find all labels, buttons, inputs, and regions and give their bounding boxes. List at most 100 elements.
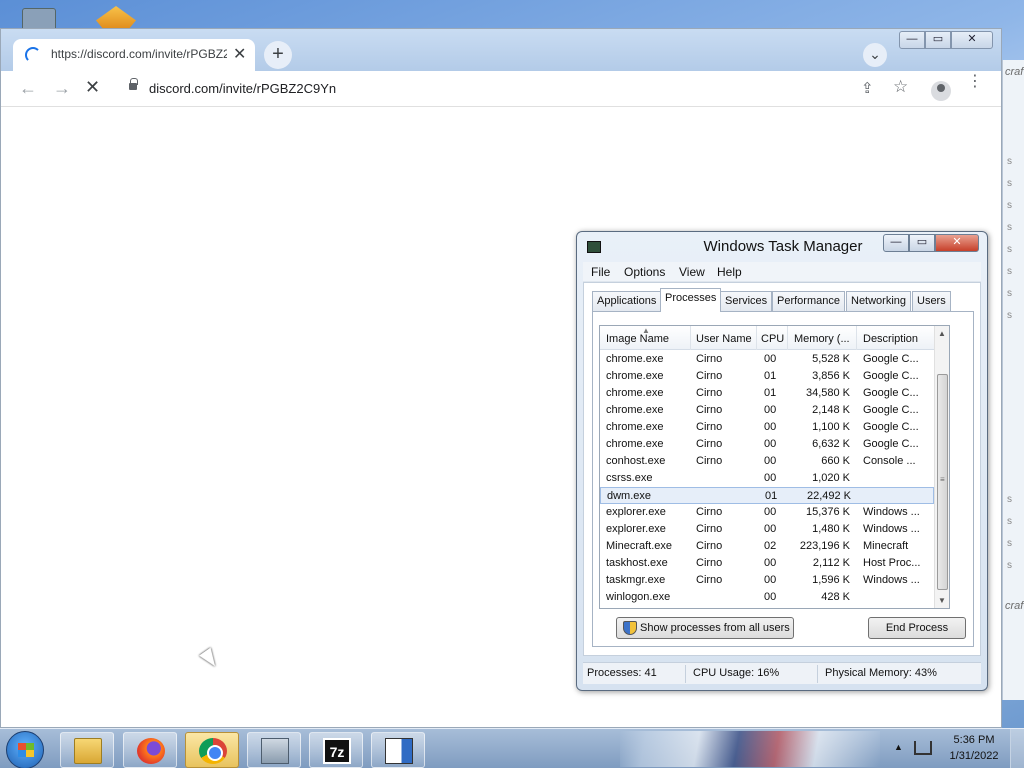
clock-date[interactable]: 1/31/2022 xyxy=(946,750,1002,762)
lock-icon[interactable] xyxy=(129,78,138,90)
cell-memory: 660 K xyxy=(821,455,850,467)
table-row[interactable]: chrome.exe Cirno 00 5,528 K Google C... xyxy=(600,351,934,368)
minimize-button[interactable]: — xyxy=(899,31,925,49)
column-divider[interactable] xyxy=(856,326,857,350)
table-row[interactable]: Minecraft.exe Cirno 02 223,196 K Minecraft xyxy=(600,538,934,555)
chrome-menu-icon[interactable]: ⋮ xyxy=(967,74,983,90)
task-manager-window: Windows Task Manager — ▭ ✕ File Options … xyxy=(576,231,988,691)
address-bar[interactable]: discord.com/invite/rPGBZ2C9Yn ⇪ ☆ xyxy=(117,75,923,103)
scrollbar-thumb[interactable]: ≡ xyxy=(937,374,948,590)
table-row[interactable]: taskhost.exe Cirno 00 2,112 K Host Proc... xyxy=(600,555,934,572)
back-button[interactable]: ← xyxy=(19,78,37,99)
table-row[interactable]: taskmgr.exe Cirno 00 1,596 K Windows ... xyxy=(600,572,934,589)
cell-description: Google C... xyxy=(863,387,919,399)
taskbar-notepad-button[interactable] xyxy=(371,732,425,768)
forward-button[interactable]: → xyxy=(53,78,71,99)
clock-time[interactable]: 5:36 PM xyxy=(948,734,1000,746)
column-cpu[interactable]: CPU xyxy=(761,333,784,345)
tab-users[interactable]: Users xyxy=(912,291,951,311)
chrome-icon xyxy=(199,738,227,764)
cell-description: Google C... xyxy=(863,353,919,365)
new-tab-button[interactable]: + xyxy=(264,41,292,69)
tab-search-button[interactable]: ⌄ xyxy=(863,43,887,67)
task-manager-icon xyxy=(261,738,289,764)
show-hidden-icons-icon[interactable]: ▲ xyxy=(894,742,903,752)
desktop-shortcut-icon[interactable] xyxy=(96,6,136,30)
end-process-button[interactable]: End Process xyxy=(868,617,966,639)
close-button[interactable]: ✕ xyxy=(951,31,993,49)
cell-description: Google C... xyxy=(863,438,919,450)
maximize-button[interactable]: ▭ xyxy=(909,234,935,252)
network-icon[interactable] xyxy=(914,741,932,755)
tab-networking[interactable]: Networking xyxy=(846,291,912,311)
scroll-down-arrow-icon[interactable]: ▼ xyxy=(938,596,946,605)
background-window-text: s xyxy=(1007,266,1012,277)
menu-file[interactable]: File xyxy=(591,265,610,279)
show-all-processes-button[interactable]: Show processes from all users xyxy=(616,617,794,639)
cell-image-name: winlogon.exe xyxy=(606,591,671,603)
browser-toolbar: ← → ✕ discord.com/invite/rPGBZ2C9Yn ⇪ ☆ … xyxy=(1,71,1001,107)
menu-view[interactable]: View xyxy=(679,265,705,279)
cell-memory: 428 K xyxy=(821,591,850,603)
background-window-text: s xyxy=(1007,560,1012,571)
menu-help[interactable]: Help xyxy=(717,265,742,279)
cell-image-name: explorer.exe xyxy=(606,506,666,518)
taskbar-explorer-button[interactable] xyxy=(60,732,114,768)
table-row[interactable]: csrss.exe 00 1,020 K xyxy=(600,470,934,487)
cell-description: Google C... xyxy=(863,404,919,416)
bookmark-star-icon[interactable]: ☆ xyxy=(893,77,908,97)
vertical-scrollbar[interactable]: ▲ ≡ ▼ xyxy=(934,326,949,608)
table-row[interactable]: explorer.exe Cirno 00 15,376 K Windows ... xyxy=(600,504,934,521)
column-memory[interactable]: Memory (... xyxy=(794,333,850,345)
cell-image-name: chrome.exe xyxy=(606,404,664,416)
start-button[interactable] xyxy=(6,731,44,768)
table-row[interactable]: explorer.exe Cirno 00 1,480 K Windows ... xyxy=(600,521,934,538)
taskbar-7zip-button[interactable]: 7z xyxy=(309,732,363,768)
column-description[interactable]: Description xyxy=(863,333,918,345)
table-row[interactable]: chrome.exe Cirno 01 3,856 K Google C... xyxy=(600,368,934,385)
stop-loading-button[interactable]: ✕ xyxy=(85,77,100,98)
show-desktop-button[interactable] xyxy=(1010,729,1024,768)
windows-logo-icon xyxy=(18,743,34,757)
scroll-up-arrow-icon[interactable]: ▲ xyxy=(938,329,946,338)
background-window-text: s xyxy=(1007,516,1012,527)
column-image-name[interactable]: Image Name xyxy=(606,333,669,345)
table-row[interactable]: chrome.exe Cirno 00 6,632 K Google C... xyxy=(600,436,934,453)
column-user-name[interactable]: User Name xyxy=(696,333,752,345)
column-divider[interactable] xyxy=(787,326,788,350)
tab-services[interactable]: Services xyxy=(720,291,773,311)
loading-spinner-icon xyxy=(25,47,41,63)
url-text[interactable]: discord.com/invite/rPGBZ2C9Yn xyxy=(149,81,336,96)
cell-user-name: Cirno xyxy=(696,421,723,433)
table-row[interactable]: conhost.exe Cirno 00 660 K Console ... xyxy=(600,453,934,470)
chrome-titlebar[interactable]: https://discord.com/invite/rPGBZ2C9Yn ✕ … xyxy=(1,29,1001,71)
process-list[interactable]: ▲ Image Name User Name CPU Memory (... D… xyxy=(599,325,950,609)
cell-description: Google C... xyxy=(863,370,919,382)
taskbar-firefox-button[interactable] xyxy=(123,732,177,768)
cell-cpu: 00 xyxy=(764,591,777,603)
tab-performance[interactable]: Performance xyxy=(772,291,845,311)
profile-avatar-icon[interactable] xyxy=(931,81,951,101)
tab-processes[interactable]: Processes xyxy=(660,288,722,312)
menu-options[interactable]: Options xyxy=(624,265,665,279)
tab-applications[interactable]: Applications xyxy=(592,291,662,311)
table-row[interactable]: chrome.exe Cirno 00 1,100 K Google C... xyxy=(600,419,934,436)
tab-close-icon[interactable]: ✕ xyxy=(233,44,246,64)
cell-cpu: 02 xyxy=(764,540,777,552)
cell-cpu: 01 xyxy=(764,370,777,382)
table-row[interactable]: chrome.exe Cirno 00 2,148 K Google C... xyxy=(600,402,934,419)
table-row[interactable]: chrome.exe Cirno 01 34,580 K Google C... xyxy=(600,385,934,402)
taskbar-chrome-button[interactable] xyxy=(185,732,239,768)
taskbar-task-manager-button[interactable] xyxy=(247,732,301,768)
share-icon[interactable]: ⇪ xyxy=(861,79,874,97)
close-button[interactable]: ✕ xyxy=(935,234,979,252)
column-divider[interactable] xyxy=(756,326,757,350)
cell-description: Minecraft xyxy=(863,540,909,552)
column-divider[interactable] xyxy=(690,326,691,350)
cell-image-name: chrome.exe xyxy=(606,421,664,433)
table-row[interactable]: winlogon.exe 00 428 K xyxy=(600,589,934,606)
maximize-button[interactable]: ▭ xyxy=(925,31,951,49)
minimize-button[interactable]: — xyxy=(883,234,909,252)
browser-tab[interactable]: https://discord.com/invite/rPGBZ2C9Yn ✕ xyxy=(13,39,255,71)
table-row[interactable]: dwm.exe 01 22,492 K xyxy=(600,487,934,504)
